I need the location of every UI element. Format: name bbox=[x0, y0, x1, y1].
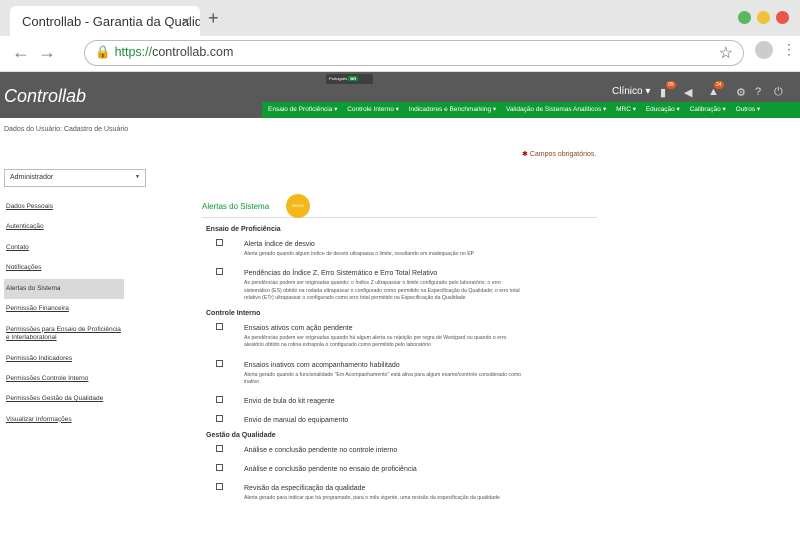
controllab-logo[interactable]: Controllab bbox=[4, 86, 86, 107]
browser-tab[interactable]: Controllab - Garantia da Qualid × bbox=[10, 6, 200, 36]
alert-description: Alerta gerado para indicar que há progra… bbox=[244, 495, 500, 502]
main-menu: Ensaio de Proficiência ▾ Controle Intern… bbox=[262, 102, 800, 118]
back-icon[interactable]: ← bbox=[12, 42, 30, 63]
lock-icon: 🔒 bbox=[95, 45, 111, 59]
sidebar: Dados Pessoais Autenticação Contato Noti… bbox=[4, 197, 124, 430]
alert-checkbox[interactable] bbox=[216, 396, 223, 404]
alert-item: Análise e conclusão pendente no controle… bbox=[202, 443, 597, 454]
required-note-text: Campos obrigatórios. bbox=[529, 151, 597, 158]
alert-checkbox[interactable] bbox=[216, 445, 223, 453]
alert-checkbox[interactable] bbox=[216, 415, 223, 423]
menu-ensaio-proficiencia[interactable]: Ensaio de Proficiência ▾ bbox=[268, 106, 337, 113]
alert-title: Ensaios inativos com acompanhamento habi… bbox=[244, 361, 400, 369]
menu-kebab-icon[interactable]: ⋮ bbox=[782, 41, 796, 58]
sidebar-item-contato[interactable]: Contato bbox=[4, 238, 124, 258]
alert-description: Alerta gerado quando algum índice de des… bbox=[244, 251, 475, 257]
alert-item: Pendências do Índice Z, Erro Sistemático… bbox=[202, 266, 597, 302]
menu-educacao[interactable]: Educação ▾ bbox=[646, 106, 680, 113]
menu-validacao[interactable]: Validação de Sistemas Analíticos ▾ bbox=[506, 106, 606, 113]
close-icon[interactable]: × bbox=[182, 13, 190, 29]
forward-icon[interactable]: → bbox=[38, 42, 56, 63]
warning-badge: 34 bbox=[714, 81, 724, 89]
sidebar-item-dados-pessoais[interactable]: Dados Pessoais bbox=[4, 197, 124, 217]
sidebar-item-permissoes-gestao-qualidade[interactable]: Permissões Gestão da Qualidade bbox=[4, 389, 124, 409]
alert-checkbox[interactable] bbox=[216, 359, 223, 367]
alert-title: Ensaios ativos com ação pendente bbox=[244, 325, 353, 333]
section-title-text: Alertas do Sistema bbox=[202, 202, 270, 211]
novo-badge: NOVO bbox=[286, 194, 310, 218]
language-label: Português bbox=[329, 76, 348, 81]
alert-checkbox[interactable] bbox=[216, 323, 223, 331]
megaphone-icon[interactable]: ◀ bbox=[684, 86, 692, 99]
required-note: ✱ Campos obrigatórios. bbox=[522, 151, 597, 158]
alert-checkbox[interactable] bbox=[216, 464, 223, 472]
alert-description: As pendências podem ser originadas quand… bbox=[244, 280, 520, 301]
alert-item: Envio de bula do kit reagente bbox=[202, 394, 597, 405]
area-selector[interactable]: Clínico ▾ bbox=[612, 86, 650, 97]
sidebar-item-permissoes-ensaio[interactable]: Permissões para Ensaio de Proficiência e… bbox=[4, 320, 124, 349]
sidebar-item-permissao-financeira[interactable]: Permissão Financeira bbox=[4, 299, 124, 319]
url-protocol: https:// bbox=[114, 45, 153, 59]
alert-title: Revisão da especificação da qualidade bbox=[244, 485, 366, 493]
menu-outros[interactable]: Outros ▾ bbox=[736, 106, 761, 113]
sidebar-item-notificacoes[interactable]: Notificações bbox=[4, 258, 124, 278]
alert-item: Ensaios inativos com acompanhamento habi… bbox=[202, 358, 597, 387]
area-label: Clínico bbox=[612, 86, 643, 97]
browser-toolbar: ← → 🔒 https://controllab.com ☆ ⋮ bbox=[0, 36, 800, 72]
alert-group-title: Ensaio de Proficiência bbox=[206, 226, 281, 233]
notes-badge: 99 bbox=[666, 81, 676, 89]
language-selector[interactable]: Português BR bbox=[326, 74, 373, 84]
warning-icon[interactable]: ▲ 34 bbox=[708, 81, 724, 98]
alert-group-title: Gestão da Qualidade bbox=[206, 432, 276, 440]
alert-item: Envio de manual do equipamento bbox=[202, 413, 597, 424]
tab-title: Controllab - Garantia da Qualid bbox=[22, 14, 200, 29]
maximize-icon[interactable] bbox=[738, 11, 751, 24]
alert-checkbox[interactable] bbox=[216, 239, 223, 246]
sidebar-item-alertas-sistema[interactable]: Alertas do Sistema bbox=[4, 278, 124, 300]
bookmark-star-icon[interactable]: ☆ bbox=[719, 43, 733, 63]
url-host: controllab.com bbox=[152, 45, 234, 59]
browser-tab-strip: Controllab - Garantia da Qualid × + bbox=[0, 0, 800, 36]
close-window-icon[interactable] bbox=[776, 11, 789, 24]
alert-description: As pendências podem ser originadas quand… bbox=[244, 335, 507, 349]
section-title: Alertas do Sistema NOVO bbox=[202, 194, 597, 218]
alert-title: Análise e conclusão pendente no ensaio d… bbox=[244, 466, 417, 474]
menu-calibracao[interactable]: Calibração ▾ bbox=[690, 106, 726, 113]
alert-group-title: Controle Interno bbox=[206, 310, 261, 318]
profile-select-value: Administrador bbox=[10, 174, 54, 181]
alert-checkbox[interactable] bbox=[216, 483, 223, 491]
menu-mrc[interactable]: MRC ▾ bbox=[616, 106, 636, 113]
menu-indicadores[interactable]: Indicadores e Benchmarking ▾ bbox=[409, 106, 496, 113]
alert-description: Alerta gerado quando a funcionalidade "E… bbox=[244, 371, 522, 385]
profile-avatar-icon[interactable] bbox=[755, 41, 773, 59]
minimize-icon[interactable] bbox=[757, 11, 770, 24]
new-tab-button[interactable]: + bbox=[208, 8, 219, 29]
alert-item: Alerta índice de desvio Alerta gerado qua… bbox=[202, 237, 597, 258]
menu-controle-interno[interactable]: Controle Interno ▾ bbox=[347, 106, 399, 113]
help-icon[interactable]: ? bbox=[755, 86, 761, 98]
alert-title: Pendências do Índice Z, Erro Sistemático… bbox=[244, 270, 438, 278]
alert-item: Revisão da especificação da qualidade Ale… bbox=[202, 481, 597, 502]
address-bar[interactable]: 🔒 https://controllab.com ☆ bbox=[84, 40, 744, 66]
alert-item: Ensaios ativos com ação pendente As pendê… bbox=[202, 321, 597, 350]
profile-select[interactable]: Administrador ▼ bbox=[4, 169, 146, 187]
power-icon[interactable]: ⏻ bbox=[774, 86, 783, 99]
chevron-down-icon: ▼ bbox=[135, 174, 140, 180]
gear-icon[interactable]: ⚙ bbox=[736, 86, 746, 99]
breadcrumb: Dados do Usuário: Cadastro de Usuário bbox=[4, 126, 129, 133]
alert-title: Envio de manual do equipamento bbox=[244, 417, 349, 425]
alert-checkbox[interactable] bbox=[216, 268, 223, 276]
sidebar-item-visualizar-informacoes[interactable]: Visualizar Informações bbox=[4, 410, 124, 430]
alert-title: Alerta índice de desvio bbox=[244, 241, 315, 248]
alert-item: Análise e conclusão pendente no ensaio d… bbox=[202, 462, 597, 473]
alert-title: Envio de bula do kit reagente bbox=[244, 398, 335, 406]
sidebar-item-permissoes-controle-interno[interactable]: Permissões Controle Interno bbox=[4, 369, 124, 389]
language-code: BR bbox=[348, 76, 359, 81]
notes-icon[interactable]: ▮ 99 bbox=[660, 81, 676, 99]
sidebar-item-permissao-indicadores[interactable]: Permissão Indicadores bbox=[4, 349, 124, 369]
alert-title: Análise e conclusão pendente no controle… bbox=[244, 447, 398, 455]
alerts-panel: Alertas do Sistema NOVO Ensaio de Profic… bbox=[202, 194, 597, 511]
sidebar-item-autenticacao[interactable]: Autenticação bbox=[4, 217, 124, 237]
